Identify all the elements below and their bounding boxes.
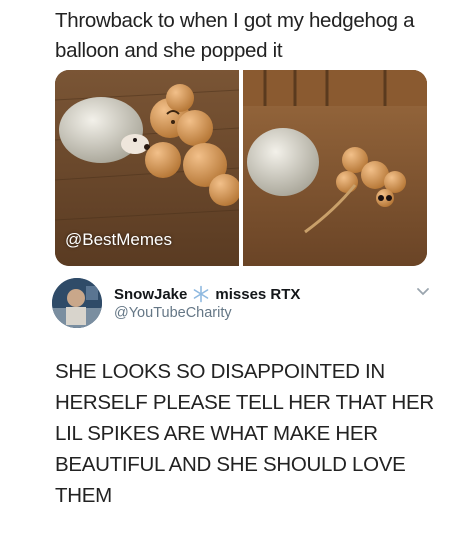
display-name[interactable]: SnowJake (114, 286, 187, 303)
snowflake-icon (192, 285, 210, 303)
image-watermark: @BestMemes (65, 230, 173, 249)
display-name-suffix: misses RTX (215, 285, 301, 303)
reply-text: SHE LOOKS SO DISAPPOINTED IN HERSELF PLE… (55, 360, 434, 507)
post-caption: Throwback to when I got my hedgehog a ba… (55, 9, 415, 62)
avatar[interactable] (52, 278, 102, 328)
author-handle[interactable]: @YouTubeCharity (114, 305, 232, 321)
chevron-down-icon[interactable] (416, 287, 430, 297)
author-name-row[interactable]: SnowJake misses RTX (114, 285, 300, 303)
avatar-image (52, 278, 102, 328)
post-image[interactable]: @BestMemes (55, 70, 427, 266)
